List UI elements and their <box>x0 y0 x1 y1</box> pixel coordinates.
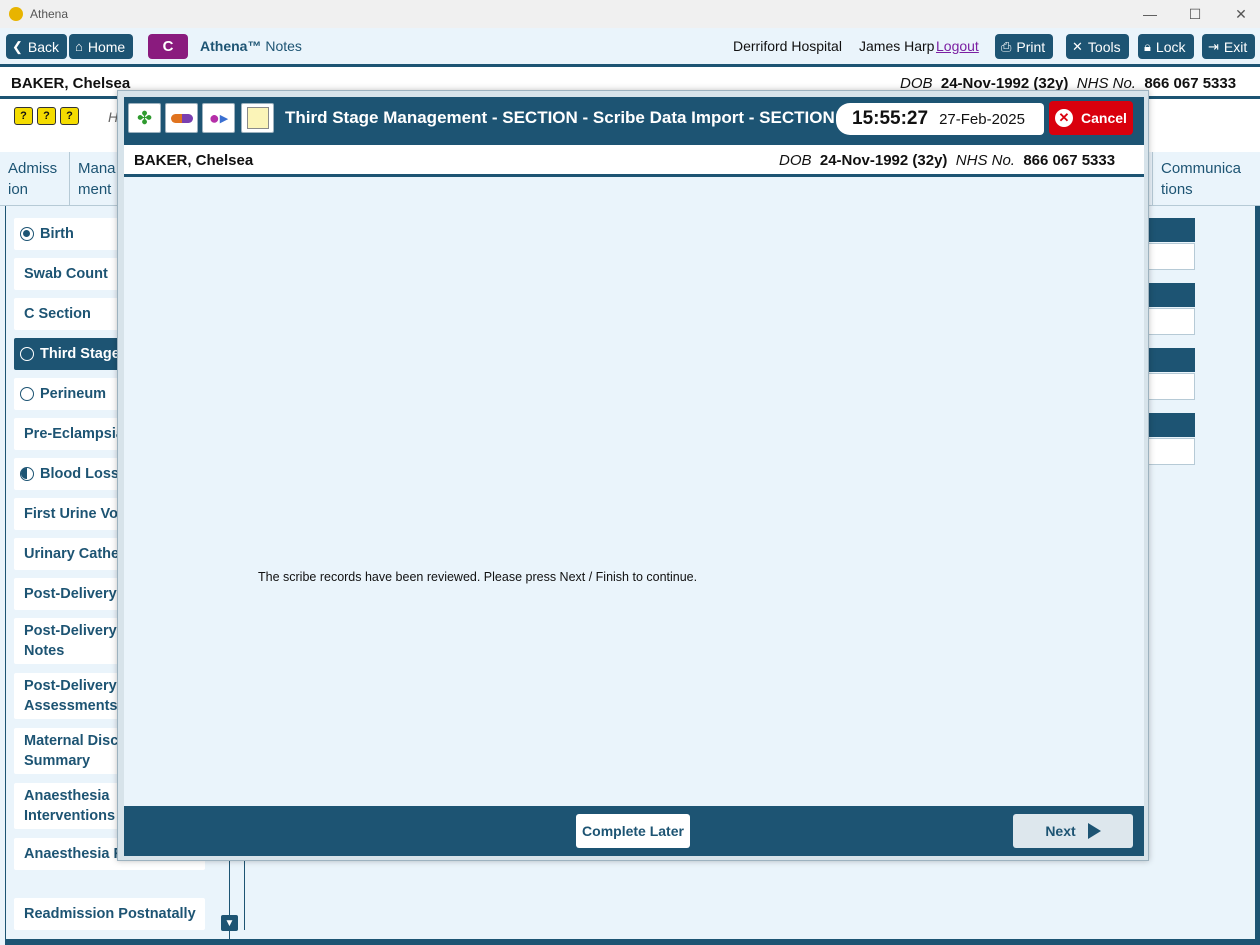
brand-sub: Notes <box>265 38 302 54</box>
user-name: James Harp <box>859 38 935 54</box>
window-title: Athena <box>30 7 69 21</box>
tab-admission-line2: ion <box>8 181 29 198</box>
cancel-label: Cancel <box>1081 110 1127 126</box>
nav-item-label: Birth <box>40 226 74 242</box>
nav-item-label: Third Stage <box>40 346 120 362</box>
chevron-left-icon: ❮ <box>12 38 23 54</box>
nav-item-label: Pre-Eclampsia <box>24 426 124 442</box>
review-message: The scribe records have been reviewed. P… <box>258 570 698 584</box>
chevron-down-icon: ▼ <box>224 917 235 929</box>
close-window-button[interactable]: ✕ <box>1218 0 1260 28</box>
dialog-clock: 15:55:27 27-Feb-2025 <box>836 103 1044 135</box>
nhs-value: 866 067 5333 <box>1023 152 1116 169</box>
bottom-border <box>5 939 1260 945</box>
nav-item-label: Perineum <box>40 386 107 402</box>
right-border <box>1255 206 1260 945</box>
nav-item-label: Anaesthesia Interventions <box>24 788 116 824</box>
exit-label: Exit <box>1223 38 1248 55</box>
nav-item-label: C Section <box>24 306 91 322</box>
main-toolbar: ❮ Back ⌂ Home C Athena™ Notes Derriford … <box>0 28 1260 66</box>
nav-item-label: Anaesthesia F <box>24 846 123 862</box>
help-context-icon[interactable]: ? <box>60 107 79 125</box>
help-icons: ? ? ? <box>14 107 79 125</box>
scribe-import-dialog: ✤ ● ▶ Third Stage Management - SECTION - … <box>117 90 1149 861</box>
arrow-right-icon <box>1087 823 1101 839</box>
dialog-body: The scribe records have been reviewed. P… <box>124 177 1144 806</box>
tab-admission-line1: Admiss <box>8 160 58 177</box>
home-label: Home <box>87 38 126 55</box>
nav-item-label: Maternal Disc Summary <box>24 733 119 769</box>
lock-icon: 🔒︎ <box>1144 38 1151 54</box>
tab-management-line1: Mana <box>78 160 116 177</box>
lock-button[interactable]: 🔒︎ Lock <box>1138 34 1194 59</box>
print-button[interactable]: ⎙ Print <box>995 34 1054 59</box>
tab-admission[interactable]: Admiss ion <box>0 152 70 206</box>
next-button[interactable]: Next <box>1013 814 1133 848</box>
print-label: Print <box>1016 38 1046 55</box>
back-label: Back <box>27 38 60 55</box>
tools-button[interactable]: ✕ Tools <box>1066 34 1129 59</box>
home-icon: ⌂ <box>75 39 83 54</box>
nav-item-readmission-postnatally[interactable]: Readmission Postnatally <box>14 898 205 930</box>
dialog-header: ✤ ● ▶ Third Stage Management - SECTION - … <box>124 97 1144 145</box>
maximize-button[interactable]: ☐ <box>1172 0 1218 28</box>
tools-icon: ✕ <box>1072 38 1083 54</box>
dialog-date: 27-Feb-2025 <box>939 110 1025 128</box>
exit-button[interactable]: ⇥ Exit <box>1202 34 1256 59</box>
hospital-name: Derriford Hospital <box>733 38 842 54</box>
dialog-patient-name: BAKER, Chelsea <box>134 152 254 169</box>
nav-item-label: First Urine Voi <box>24 506 123 522</box>
clover-icon[interactable]: ✤ <box>128 103 161 133</box>
cancel-button[interactable]: ✕ Cancel <box>1049 101 1133 135</box>
nav-item-label: Post-Delivery Assessments <box>24 678 118 714</box>
nav-item-label: Post-Delivery Notes <box>24 623 117 659</box>
tab-management-line2: ment <box>78 181 112 198</box>
nav-item-label: Readmission Postnatally <box>24 906 196 922</box>
dialog-patient-banner: BAKER, Chelsea DOB 24-Nov-1992 (32y) NHS… <box>124 145 1144 177</box>
dob-value: 24-Nov-1992 (32y) <box>819 152 948 169</box>
dialog-footer: Complete Later Next <box>124 806 1144 856</box>
empty-radio-icon <box>20 387 34 401</box>
dialog-time: 15:55:27 <box>852 108 929 129</box>
close-icon: ✕ <box>1055 109 1073 127</box>
window-titlebar: Athena — ☐ ✕ <box>0 0 1260 28</box>
nav-item-label: Blood Loss <box>40 466 119 482</box>
complete-later-button[interactable]: Complete Later <box>576 814 690 848</box>
nhs-label: NHS No. <box>955 152 1015 169</box>
brand-name: Athena™ <box>200 38 262 54</box>
lock-label: Lock <box>1155 38 1186 55</box>
nav-item-label: Swab Count <box>24 266 108 282</box>
c-button[interactable]: C <box>148 34 188 59</box>
scroll-down-button[interactable]: ▼ <box>221 915 238 931</box>
dob-label: DOB <box>779 152 812 169</box>
athena-logo-icon <box>9 7 23 21</box>
person-arrow-icon[interactable]: ● ▶ <box>202 103 235 133</box>
next-label: Next <box>1045 823 1076 839</box>
nav-item-label: Post-Delivery <box>24 586 117 602</box>
minimize-button[interactable]: — <box>1127 0 1173 28</box>
dialog-patient-identifiers: DOB 24-Nov-1992 (32y) NHS No. 866 067 53… <box>779 152 1115 169</box>
logout-link[interactable]: Logout <box>936 38 979 54</box>
partial-radio-icon <box>20 467 34 481</box>
dialog-title: Third Stage Management - SECTION - Scrib… <box>285 108 835 127</box>
brand: Athena™ Notes <box>200 38 302 54</box>
nhs-value: 866 067 5333 <box>1144 75 1237 92</box>
printer-icon: ⎙ <box>1001 38 1012 54</box>
notepad-icon[interactable] <box>241 103 274 133</box>
patient-name: BAKER, Chelsea <box>11 75 131 92</box>
tab-communications-line2: tions <box>1161 181 1193 198</box>
help-icon[interactable]: ? <box>37 107 56 125</box>
tab-communications[interactable]: Communica tions <box>1152 152 1256 206</box>
tools-label: Tools <box>1087 38 1121 55</box>
empty-radio-icon <box>20 347 34 361</box>
help-list-icon[interactable]: ? <box>14 107 33 125</box>
home-button[interactable]: ⌂ Home <box>69 34 134 59</box>
exit-icon: ⇥ <box>1208 38 1219 54</box>
pill-icon[interactable] <box>165 103 198 133</box>
back-button[interactable]: ❮ Back <box>6 34 68 59</box>
tab-communications-line1: Communica <box>1161 160 1242 177</box>
nav-item-label: Urinary Cathe <box>24 546 120 562</box>
complete-radio-icon <box>20 227 34 241</box>
